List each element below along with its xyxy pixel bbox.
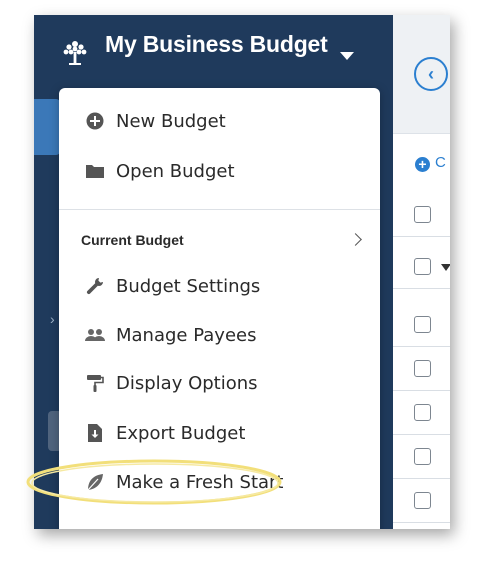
table-row: [393, 479, 450, 523]
table-row: [393, 193, 450, 237]
table-row: [393, 245, 450, 289]
menu-item-label: Open Budget: [116, 160, 235, 182]
budget-dropdown-menu: New Budget Open Budget Current Budget Bu…: [59, 88, 380, 529]
chevron-left-icon[interactable]: ‹: [414, 57, 448, 91]
row-checkbox[interactable]: [414, 206, 431, 223]
menu-item-label: New Budget: [116, 110, 226, 132]
section-heading: Current Budget: [81, 232, 184, 248]
menu-item-export-budget[interactable]: Export Budget: [59, 411, 380, 455]
add-icon[interactable]: +: [415, 157, 430, 172]
menu-item-new-budget[interactable]: New Budget: [59, 99, 380, 143]
sidebar-active-item[interactable]: [34, 99, 60, 155]
leaf-icon: [84, 471, 106, 493]
budget-title[interactable]: My Business Budget: [105, 31, 328, 58]
menu-item-label: Make a Fresh Start: [116, 471, 284, 493]
caret-down-icon[interactable]: [441, 264, 450, 271]
menu-item-display-options[interactable]: Display Options: [59, 361, 380, 405]
table-row: [393, 435, 450, 479]
plus-circle-icon: [84, 110, 106, 132]
menu-item-label: Display Options: [116, 372, 258, 394]
menu-item-budget-settings[interactable]: Budget Settings: [59, 264, 380, 308]
menu-item-open-budget[interactable]: Open Budget: [59, 149, 380, 246]
wrench-icon: [84, 275, 106, 297]
row-checkbox[interactable]: [414, 492, 431, 509]
row-checkbox[interactable]: [414, 316, 431, 333]
table-row: [393, 303, 450, 347]
row-checkbox[interactable]: [414, 258, 431, 275]
menu-item-manage-payees[interactable]: Manage Payees: [59, 313, 380, 357]
menu-divider: [59, 209, 380, 210]
table-row: [393, 391, 450, 435]
add-label[interactable]: C: [435, 154, 446, 171]
row-checkbox[interactable]: [414, 448, 431, 465]
row-checkbox[interactable]: [414, 360, 431, 377]
row-checkbox[interactable]: [414, 404, 431, 421]
tree-logo-icon: [63, 41, 87, 65]
app-window: My Business Budget › ‹ + C New Budget Op…: [34, 15, 450, 529]
sidebar-chevron-icon[interactable]: ›: [50, 311, 55, 327]
main-header: ‹: [393, 15, 450, 134]
menu-item-label: Manage Payees: [116, 324, 257, 346]
people-icon: [84, 324, 106, 346]
caret-down-icon[interactable]: [340, 52, 354, 60]
main-content: ‹ + C: [393, 15, 450, 529]
folder-icon: [84, 160, 106, 182]
menu-item-label: Budget Settings: [116, 275, 261, 297]
budget-menu-toggle[interactable]: My Business Budget: [34, 15, 393, 77]
menu-item-label: Export Budget: [116, 422, 246, 444]
table-row: [393, 347, 450, 391]
file-download-icon: [84, 422, 106, 444]
chevron-right-icon: [349, 233, 362, 246]
menu-item-fresh-start[interactable]: Make a Fresh Start: [59, 460, 380, 504]
paint-roller-icon: [84, 372, 106, 394]
